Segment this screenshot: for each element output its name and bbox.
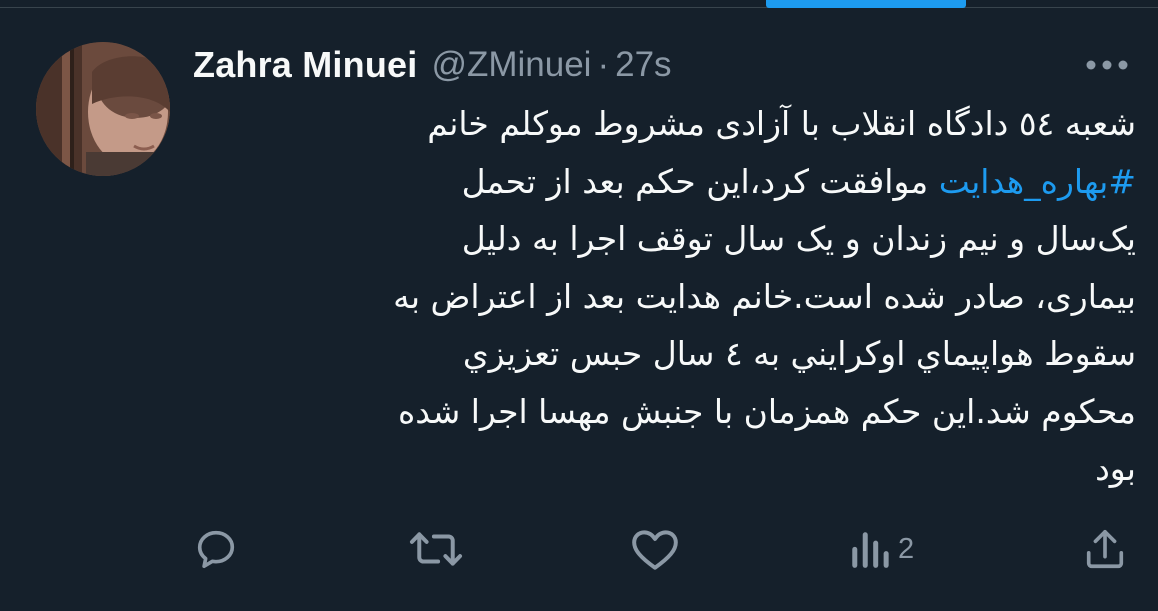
reply-button[interactable] (192, 526, 240, 572)
more-icon (1086, 60, 1128, 70)
tweet-text-line: یک‌سال و نیم زندان و یک سال توقف اجرا به… (461, 219, 1136, 258)
heart-icon (632, 530, 678, 570)
retweet-button[interactable] (408, 526, 464, 572)
views-count: 2 (898, 532, 915, 565)
tweet-text-line: سقوط هواپیماي اوکرایني به ٤ سال حبس تعزی… (462, 334, 1136, 373)
tweet-actions-bar: 2 (0, 518, 1158, 578)
tweet-text-line: محکوم شد.این حکم همزمان با جنبش مهسا اجر… (398, 391, 1136, 431)
active-tab-indicator (766, 0, 966, 8)
share-button[interactable] (1082, 526, 1128, 572)
tweet-text-line: بیماری، صادر شده است.خانم هدایت بعد از ا… (393, 276, 1136, 316)
separator-dot: · (597, 45, 610, 84)
share-icon (1086, 529, 1124, 569)
author-name[interactable]: Zahra Minuei (193, 44, 417, 86)
retweet-icon (409, 532, 463, 566)
author-handle[interactable]: @ZMinuei (431, 45, 591, 85)
like-button[interactable] (630, 526, 680, 572)
tweet-text-line: #بهاره_هدایت موافقت کرد،این حکم بعد از ت… (200, 153, 1136, 211)
more-options-button[interactable] (1082, 48, 1132, 82)
tweet-text-segment: موافقت کرد،این حکم بعد از تحمل (461, 161, 939, 201)
avatar[interactable] (36, 42, 170, 176)
views-icon (852, 532, 889, 568)
avatar-photo-icon (36, 42, 170, 176)
top-divider (0, 7, 1158, 8)
tweet-text-line: شعبه ٥٤ دادگاه انقلاب با آزادی مشروط موک… (427, 104, 1136, 143)
tweet-header: Zahra Minuei @ZMinuei · 27s (193, 40, 672, 90)
timestamp[interactable]: 27s (615, 45, 671, 85)
views-button[interactable]: 2 (848, 526, 914, 572)
reply-icon (197, 530, 235, 569)
tweet-view: Zahra Minuei @ZMinuei · 27s شعبه ٥٤ دادگ… (0, 0, 1158, 611)
tweet-text-line: بود (1095, 449, 1136, 488)
hashtag-link[interactable]: #بهاره_هدایت (939, 162, 1136, 201)
tweet-text: شعبه ٥٤ دادگاه انقلاب با آزادی مشروط موک… (200, 95, 1136, 498)
